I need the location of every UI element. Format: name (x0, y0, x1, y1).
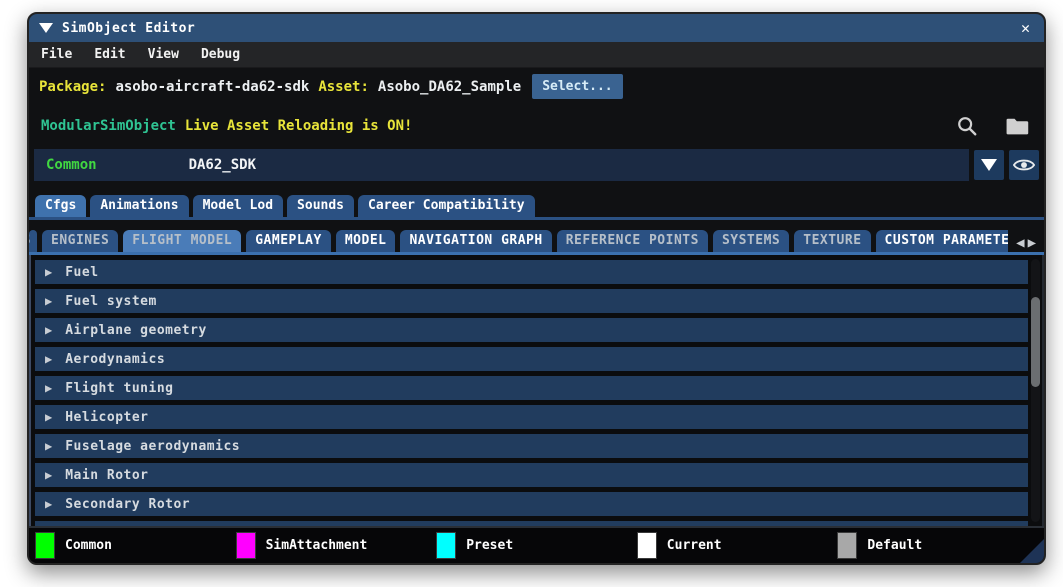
selector-value: DA62_SDK (188, 157, 257, 173)
expand-icon: ▶ (45, 265, 53, 279)
section-fuel-system[interactable]: ▶ Fuel system (35, 289, 1028, 313)
package-bar: Package: asobo-aircraft-da62-sdk Asset: … (29, 68, 1044, 105)
status-bar: ModularSimObject Live Asset Reloading is… (29, 105, 1044, 147)
simobject-selector[interactable]: Common DA62_SDK (34, 149, 969, 181)
status-message: Live Asset Reloading is ON! (184, 118, 413, 134)
legend-common: Common (35, 532, 236, 559)
tab-gameplay[interactable]: GAMEPLAY (246, 230, 331, 252)
expand-icon: ▶ (45, 410, 53, 424)
menubar: File Edit View Debug (29, 42, 1044, 68)
expand-icon: ▶ (45, 468, 53, 482)
section-helicopter[interactable]: ▶ Helicopter (35, 405, 1028, 429)
selector-dropdown-button[interactable] (974, 150, 1004, 180)
section-fuel[interactable]: ▶ Fuel (35, 260, 1028, 284)
legend-default: Default (837, 532, 1038, 559)
close-icon[interactable]: ✕ (1017, 19, 1034, 37)
legend-current: Current (636, 532, 838, 559)
expand-icon: ▶ (45, 497, 53, 511)
tab-flight-model[interactable]: FLIGHT MODEL (123, 230, 242, 252)
tab-scroll-left-icon[interactable]: ◀ (1016, 236, 1024, 250)
section-aerodynamics[interactable]: ▶ Aerodynamics (35, 347, 1028, 371)
package-value: asobo-aircraft-da62-sdk (115, 78, 310, 95)
section-flight-tuning[interactable]: ▶ Flight tuning (35, 376, 1028, 400)
scrollbar-track[interactable] (1031, 259, 1040, 522)
tab-cfgs[interactable]: Cfgs (35, 195, 87, 217)
simobject-selector-area: Common DA62_SDK (29, 147, 1044, 187)
expand-icon: ▶ (45, 352, 53, 366)
legend-preset-swatch (436, 532, 457, 559)
status-prefix: ModularSimObject (41, 118, 176, 134)
package-label: Package: (39, 78, 107, 95)
search-icon[interactable] (953, 112, 981, 140)
collapse-window-icon[interactable] (39, 23, 53, 33)
expand-icon: ▶ (45, 294, 53, 308)
window-title: SimObject Editor (62, 20, 196, 36)
legend-preset: Preset (436, 532, 637, 559)
tab-texture[interactable]: TEXTURE (794, 230, 871, 252)
flight-model-section-list: ▶ Fuel ▶ Fuel system ▶ Airplane geometry… (29, 255, 1044, 526)
legend-current-swatch (636, 532, 657, 559)
section-secondary-rotor[interactable]: ▶ Secondary Rotor (35, 492, 1028, 516)
section-fuselage-aerodynamics[interactable]: ▶ Fuselage aerodynamics (35, 434, 1028, 458)
tab-career-compatibility[interactable]: Career Compatibility (358, 195, 535, 217)
eye-icon (1013, 159, 1035, 171)
tab-navigation-graph[interactable]: NAVIGATION GRAPH (400, 230, 552, 252)
legend-default-swatch (837, 532, 858, 559)
menu-edit[interactable]: Edit (94, 47, 125, 62)
tab-systems[interactable]: SYSTEMS (712, 230, 790, 252)
legend-simattachment-swatch (235, 532, 256, 559)
tab-custom-parameters[interactable]: CUSTOM PARAMETERS (875, 230, 1009, 252)
menu-file[interactable]: File (41, 47, 72, 62)
expand-icon: ▶ (45, 381, 53, 395)
expand-icon: ▶ (45, 439, 53, 453)
folder-icon[interactable] (1004, 112, 1032, 140)
section-main-rotor[interactable]: ▶ Main Rotor (35, 463, 1028, 487)
resize-grip[interactable] (1020, 539, 1044, 563)
titlebar[interactable]: SimObject Editor ✕ (29, 14, 1044, 42)
visibility-toggle-button[interactable] (1009, 150, 1039, 180)
menu-view[interactable]: View (148, 47, 179, 62)
expand-icon: ▶ (45, 323, 53, 337)
asset-value: Asobo_DA62_Sample (377, 78, 522, 95)
page-background: SimObject Editor ✕ File Edit View Debug … (0, 0, 1063, 587)
color-legend: Common SimAttachment Preset Current Defa… (29, 526, 1044, 563)
asset-label: Asset: (318, 78, 369, 95)
tab-animations[interactable]: Animations (90, 195, 189, 217)
tab-scroll-right-icon[interactable]: ▶ (1028, 236, 1036, 250)
tab-clipped[interactable]: S (29, 230, 37, 252)
selector-scope-label: Common (46, 157, 97, 173)
legend-simattachment: SimAttachment (235, 532, 437, 559)
tab-sounds[interactable]: Sounds (287, 195, 355, 217)
tab-reference-points[interactable]: REFERENCE POINTS (556, 230, 708, 252)
tab-model[interactable]: MODEL (335, 230, 396, 252)
legend-common-swatch (35, 532, 55, 559)
menu-debug[interactable]: Debug (201, 47, 240, 62)
select-asset-button[interactable]: Select... (532, 74, 623, 99)
tab-engines[interactable]: ENGINES (42, 230, 119, 252)
chevron-down-icon (981, 159, 997, 171)
section-airplane-geometry[interactable]: ▶ Airplane geometry (35, 318, 1028, 342)
scrollbar-thumb[interactable] (1031, 297, 1040, 387)
primary-tab-bar: Cfgs Animations Model Lod Sounds Career … (29, 187, 1044, 217)
cfg-tab-bar: S ENGINES FLIGHT MODEL GAMEPLAY MODEL NA… (29, 220, 1044, 252)
simobject-editor-window: SimObject Editor ✕ File Edit View Debug … (27, 12, 1046, 565)
tab-model-lod[interactable]: Model Lod (192, 195, 284, 217)
